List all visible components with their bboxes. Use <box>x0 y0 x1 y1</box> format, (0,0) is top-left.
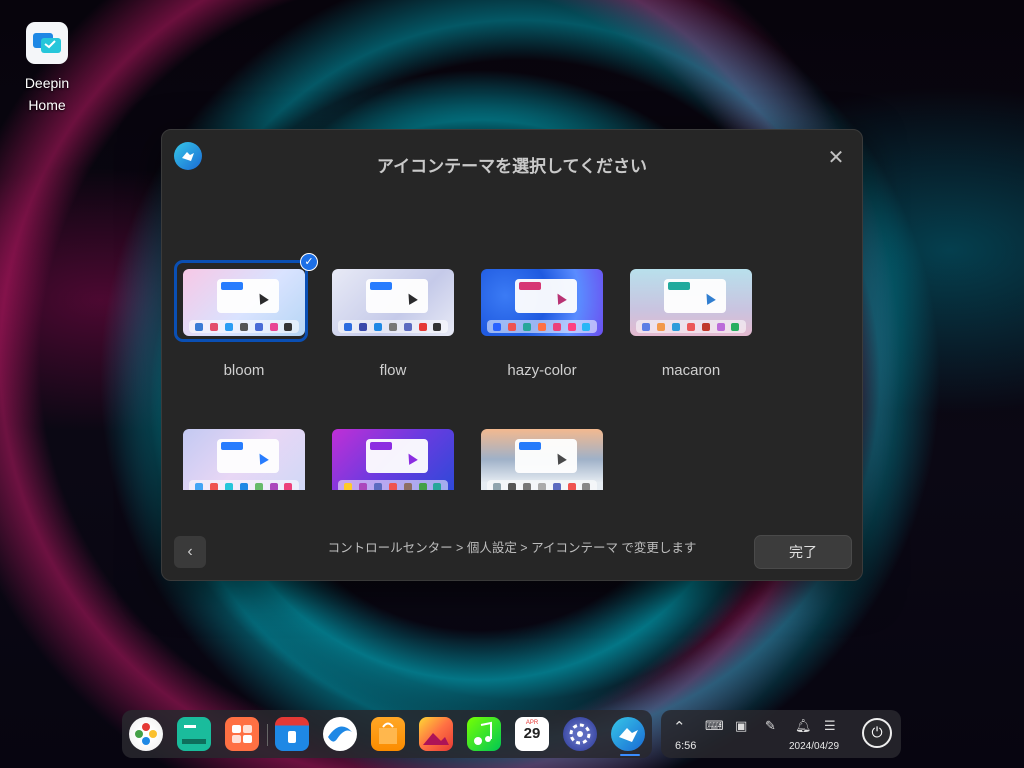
theme-preview <box>332 429 454 490</box>
theme-name: flow <box>379 362 407 379</box>
theme-preview <box>481 429 603 490</box>
music-icon[interactable] <box>467 717 501 751</box>
theme-name: macaron <box>661 362 721 379</box>
calendar-icon[interactable]: APR 29 <box>515 717 549 751</box>
desktop-icon-deepin-home[interactable]: Deepin Home <box>18 22 76 116</box>
power-button-icon[interactable]: ⏻ <box>862 718 892 748</box>
control-center-icon[interactable] <box>563 717 597 751</box>
theme-option-flow[interactable]: flow <box>331 269 455 379</box>
screenshot-icon[interactable]: ▣ <box>735 718 747 734</box>
theme-option-5[interactable] <box>182 429 306 490</box>
active-app-indicator <box>620 754 640 756</box>
selected-ring <box>174 260 308 342</box>
stylus-icon[interactable]: ✎ <box>765 718 776 734</box>
deepin-home-icon[interactable] <box>611 717 645 751</box>
theme-name: hazy-color <box>507 362 577 379</box>
clock-date[interactable]: 2024/04/29 <box>789 741 839 752</box>
launcher-icon[interactable] <box>129 717 163 751</box>
theme-option-6[interactable] <box>331 429 455 490</box>
done-button[interactable]: 完了 <box>754 535 852 569</box>
keyboard-icon[interactable]: ⌨ <box>705 718 724 734</box>
multitasking-icon[interactable] <box>225 717 259 751</box>
app-store-icon[interactable] <box>371 717 405 751</box>
dock-separator <box>267 724 268 746</box>
theme-option-hazy-color[interactable]: hazy-color <box>480 269 604 379</box>
theme-option-bloom[interactable]: ✓ bloom <box>174 253 318 379</box>
notification-bell-icon[interactable]: 🔔︎ <box>795 718 812 734</box>
theme-preview <box>481 269 603 336</box>
icon-theme-dialog: アイコンテーマを選択してください ✕ ✓ bloom flow hazy-col… <box>161 129 863 581</box>
theme-preview <box>630 269 752 336</box>
clock-time[interactable]: 6:56 <box>675 740 696 752</box>
checkmark-icon: ✓ <box>300 253 318 271</box>
theme-grid: ✓ bloom flow hazy-color macaron <box>162 130 862 490</box>
theme-name: bloom <box>223 362 265 379</box>
chevron-up-icon[interactable]: ⌃ <box>673 718 686 736</box>
browser-icon[interactable] <box>323 717 357 751</box>
theme-option-7[interactable] <box>480 429 604 490</box>
dock: APR 29 <box>122 710 652 758</box>
image-viewer-icon[interactable] <box>419 717 453 751</box>
control-toggle-icon[interactable]: ☰ <box>824 718 836 734</box>
theme-preview <box>332 269 454 336</box>
desktop-icon-label: Deepin Home <box>24 75 70 113</box>
file-manager-icon[interactable] <box>275 717 309 751</box>
theme-option-macaron[interactable]: macaron <box>629 269 753 379</box>
theme-preview <box>183 429 305 490</box>
terminal-icon[interactable] <box>177 717 211 751</box>
deepin-home-icon <box>26 22 68 64</box>
